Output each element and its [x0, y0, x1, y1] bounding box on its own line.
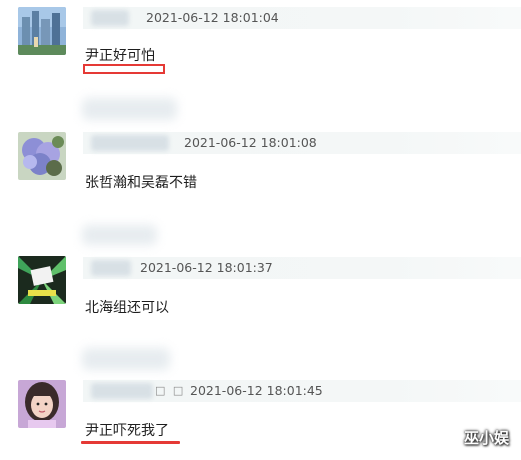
- username-suffix: □ □: [155, 384, 186, 397]
- comment-timestamp: 2021-06-12 18:01:08: [184, 135, 317, 150]
- blurred-username[interactable]: [91, 10, 129, 26]
- comment-text: 尹正吓死我了: [85, 423, 169, 439]
- blurred-region: [82, 225, 157, 245]
- comment-timestamp: 2021-06-12 18:01:45: [190, 383, 323, 398]
- comment-meta-bar: □ □ 2021-06-12 18:01:45: [83, 380, 521, 402]
- watermark-text: 巫小娱: [463, 429, 509, 447]
- meme-sticker-avatar-icon[interactable]: [18, 256, 66, 304]
- comment-text: 张哲瀚和吴磊不错: [85, 175, 197, 191]
- blurred-region: [82, 98, 177, 120]
- blurred-username[interactable]: [91, 260, 131, 276]
- blurred-username[interactable]: [91, 383, 153, 399]
- comment-meta-bar: 2021-06-12 18:01:08: [83, 132, 521, 154]
- comment-meta-bar: 2021-06-12 18:01:04: [83, 7, 521, 29]
- comment-meta-bar: 2021-06-12 18:01:37: [83, 257, 521, 279]
- girl-portrait-avatar-icon[interactable]: [18, 380, 66, 428]
- highlight-underline: [81, 441, 180, 444]
- comment-timestamp: 2021-06-12 18:01:04: [146, 10, 279, 25]
- comment-text: 北海组还可以: [85, 300, 169, 316]
- highlight-box: [83, 64, 165, 74]
- anime-city-avatar-icon[interactable]: [18, 7, 66, 55]
- blurred-username[interactable]: [91, 135, 169, 151]
- comment-timestamp: 2021-06-12 18:01:37: [140, 260, 273, 275]
- comment-text: 尹正好可怕: [85, 48, 155, 64]
- blurred-region: [82, 348, 170, 370]
- hydrangea-flower-avatar-icon[interactable]: [18, 132, 66, 180]
